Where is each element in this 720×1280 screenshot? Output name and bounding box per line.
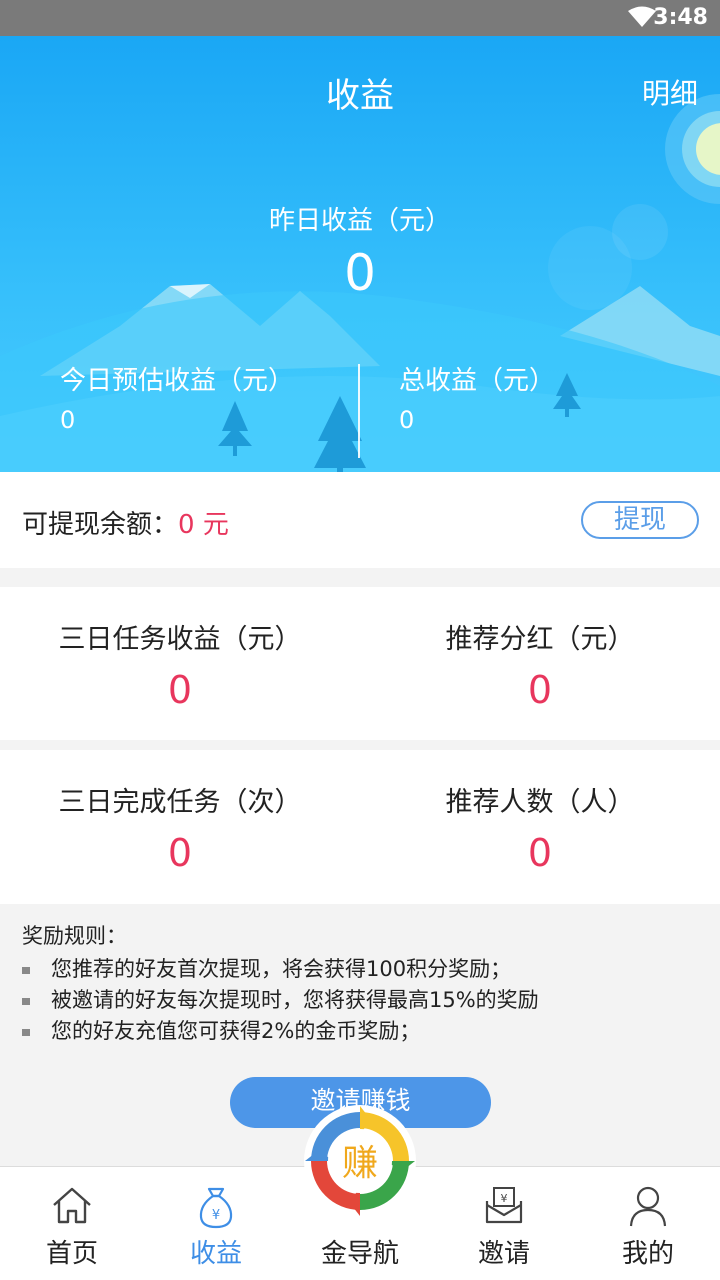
tab-label: 邀请 (477, 1239, 530, 1269)
stat-value: 0 (527, 668, 553, 712)
svg-text:¥: ¥ (501, 1192, 508, 1205)
three-day-tasks-completed: 三日完成任务（次） 0 (0, 780, 360, 875)
status-time: 3:48 (653, 5, 708, 30)
user-icon (629, 1186, 667, 1227)
svg-text:¥: ¥ (212, 1208, 220, 1223)
total-earnings-label: 总收益（元） (399, 366, 556, 396)
status-bar: 3:48 (0, 0, 720, 36)
home-icon (53, 1187, 91, 1224)
earnings-hero: 收益 明细 昨日收益（元） 0 今日预估收益（元） 0 总收益（元） 0 (0, 36, 720, 472)
today-estimated-label: 今日预估收益（元） (60, 366, 295, 396)
stat-label: 三日任务收益（元） (58, 624, 302, 655)
logo-char: 赚 (342, 1143, 378, 1184)
tab-label: 首页 (45, 1239, 98, 1269)
rule-item: 您的好友充值您可获得2%的金币奖励； (22, 1016, 702, 1047)
rules-title: 奖励规则： (22, 924, 127, 948)
yesterday-earnings-value: 0 (344, 244, 376, 302)
withdraw-button[interactable]: 提现 (581, 501, 699, 539)
tab-earnings[interactable]: ¥ 收益 (144, 1167, 288, 1280)
wifi-icon (628, 6, 656, 27)
tab-invite[interactable]: ¥ 邀请 (432, 1167, 576, 1280)
referral-dividend: 推荐分红（元） 0 (360, 617, 720, 712)
stat-value: 0 (527, 831, 553, 875)
detail-link[interactable]: 明细 (642, 72, 698, 112)
page-title: 收益 (326, 76, 394, 116)
tab-home[interactable]: 首页 (0, 1167, 144, 1280)
stat-label: 三日完成任务（次） (58, 787, 302, 818)
invite-envelope-icon: ¥ (485, 1187, 523, 1224)
balance-label-group: 可提现余额：0 元 (22, 504, 229, 541)
rule-item: 被邀请的好友每次提现时，您将获得最高15%的奖励 (22, 985, 702, 1016)
stat-label: 推荐人数（人） (445, 787, 635, 818)
today-estimated-value: 0 (60, 406, 76, 434)
tab-label: 金导航 (320, 1239, 399, 1269)
stat-label: 推荐分红（元） (445, 624, 635, 655)
tab-profile[interactable]: 我的 (576, 1167, 720, 1280)
three-day-task-income: 三日任务收益（元） 0 (0, 617, 360, 712)
hero-divider (358, 364, 360, 458)
referral-count: 推荐人数（人） 0 (360, 780, 720, 875)
earn-logo-icon[interactable]: 赚 (303, 1104, 417, 1218)
balance-amount: 0 元 (178, 510, 229, 540)
tab-label: 我的 (621, 1239, 674, 1269)
stat-value: 0 (167, 831, 193, 875)
yesterday-earnings-label: 昨日收益（元） (268, 206, 451, 236)
money-bag-icon: ¥ (199, 1187, 233, 1229)
stats-card-tasks: 三日完成任务（次） 0 推荐人数（人） 0 (0, 750, 720, 904)
withdrawable-balance-row: 可提现余额：0 元 提现 (0, 472, 720, 568)
balance-label: 可提现余额： (22, 510, 179, 540)
reward-rules: 奖励规则： 您推荐的好友首次提现，将会获得100积分奖励； 被邀请的好友每次提现… (22, 920, 702, 1047)
stats-card-income: 三日任务收益（元） 0 推荐分红（元） 0 (0, 587, 720, 740)
rule-item: 您推荐的好友首次提现，将会获得100积分奖励； (22, 954, 702, 985)
rules-list: 您推荐的好友首次提现，将会获得100积分奖励； 被邀请的好友每次提现时，您将获得… (22, 954, 702, 1047)
total-earnings-value: 0 (399, 406, 415, 434)
stat-value: 0 (167, 668, 193, 712)
tab-label: 收益 (189, 1239, 242, 1269)
